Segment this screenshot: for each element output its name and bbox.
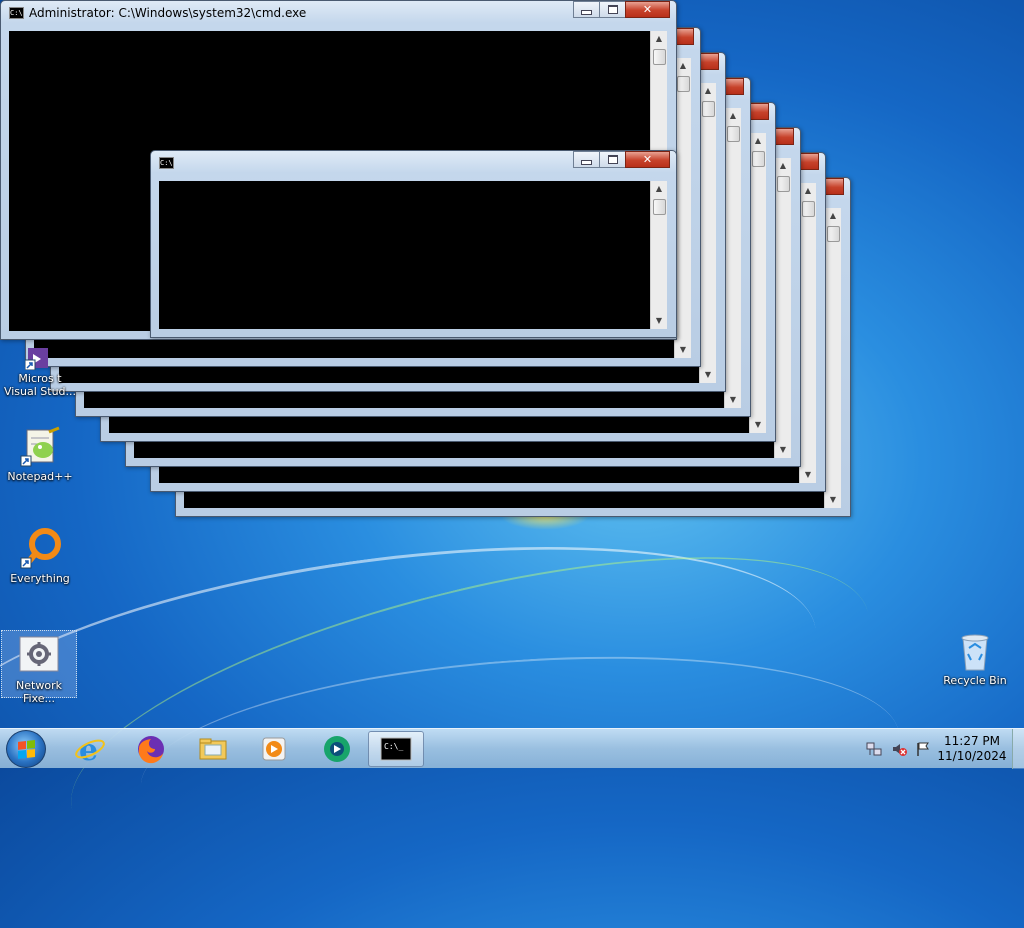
clock-time: 11:27 PM xyxy=(944,734,1000,748)
desktop-icon-label: Everything xyxy=(10,572,70,585)
window-title: Administrator: C:\Windows\system32\cmd.e… xyxy=(29,6,307,20)
cmd-window-icon: C:\ xyxy=(159,157,174,169)
close-button[interactable]: ✕ xyxy=(625,1,670,18)
scroll-down-icon[interactable]: ▼ xyxy=(775,442,791,458)
svg-text:C:\_: C:\_ xyxy=(384,742,403,751)
desktop-icon-recycle-bin[interactable]: Recycle Bin xyxy=(937,630,1013,687)
taskbar-firefox[interactable] xyxy=(123,731,179,767)
scroll-down-icon[interactable]: ▼ xyxy=(750,417,766,433)
vertical-scrollbar[interactable]: ▲▼ xyxy=(774,158,791,458)
scroll-up-icon[interactable]: ▲ xyxy=(700,83,716,99)
scroll-thumb[interactable] xyxy=(802,201,815,217)
scroll-thumb[interactable] xyxy=(653,49,666,65)
recycle-bin-icon xyxy=(954,630,996,672)
cmd-window-icon: C:\ xyxy=(9,7,24,19)
scroll-thumb[interactable] xyxy=(752,151,765,167)
minimize-icon xyxy=(581,10,592,15)
vertical-scrollbar[interactable]: ▲▼ xyxy=(824,208,841,508)
firefox-icon xyxy=(138,736,164,764)
desktop-icon-visual-studio[interactable]: Micros t Visual Stud... xyxy=(2,340,78,398)
scroll-down-icon[interactable]: ▼ xyxy=(800,467,816,483)
close-button[interactable]: ✕ xyxy=(625,151,670,168)
action-center-flag-icon[interactable] xyxy=(915,741,931,757)
taskbar-file-explorer[interactable] xyxy=(185,731,241,767)
volume-muted-icon[interactable] xyxy=(891,741,907,757)
scroll-down-icon[interactable]: ▼ xyxy=(725,392,741,408)
scroll-thumb[interactable] xyxy=(677,76,690,92)
system-clock[interactable]: 11:27 PM 11/10/2024 xyxy=(932,734,1012,764)
desktop-icon-label: Recycle Bin xyxy=(943,674,1007,687)
start-button[interactable] xyxy=(6,730,46,768)
scroll-thumb[interactable] xyxy=(777,176,790,192)
desktop-icon-network-fixer[interactable]: Network Fixe... xyxy=(1,630,77,705)
restore-icon xyxy=(607,5,618,14)
clock-date: 11/10/2024 xyxy=(937,749,1007,763)
scroll-down-icon[interactable]: ▼ xyxy=(675,342,691,358)
restore-icon xyxy=(607,155,618,164)
minimize-button[interactable] xyxy=(573,151,600,168)
maximize-button[interactable] xyxy=(599,151,626,168)
console-output[interactable] xyxy=(159,181,650,329)
desktop-icon-label: Notepad++ xyxy=(7,470,73,483)
scroll-down-icon[interactable]: ▼ xyxy=(700,367,716,383)
visual-studio-icon xyxy=(24,340,55,371)
network-icon[interactable] xyxy=(866,741,882,757)
taskbar-media-player[interactable] xyxy=(246,731,302,767)
desktop-icon-label-line2: Visual Stud... xyxy=(3,385,77,398)
scroll-down-icon[interactable]: ▼ xyxy=(825,492,841,508)
media-player-icon xyxy=(262,737,286,761)
internet-explorer-icon: e xyxy=(75,733,105,765)
scroll-up-icon[interactable]: ▲ xyxy=(725,108,741,124)
taskbar: e C:\_ 11:27 PM 11/10/2024 xyxy=(0,728,1024,769)
vertical-scrollbar[interactable]: ▲▼ xyxy=(699,83,716,383)
scroll-up-icon[interactable]: ▲ xyxy=(651,181,667,197)
desktop-icon-everything[interactable]: Everything xyxy=(2,528,78,585)
edge-like-icon xyxy=(324,736,350,762)
scroll-up-icon[interactable]: ▲ xyxy=(651,31,667,47)
minimize-icon xyxy=(581,160,592,165)
everything-search-icon xyxy=(19,528,61,570)
scroll-thumb[interactable] xyxy=(653,199,666,215)
scroll-down-icon[interactable]: ▼ xyxy=(651,313,667,329)
show-desktop-button[interactable] xyxy=(1012,729,1024,769)
scroll-up-icon[interactable]: ▲ xyxy=(750,133,766,149)
taskbar-cmd[interactable]: C:\_ xyxy=(368,731,424,767)
scroll-up-icon[interactable]: ▲ xyxy=(825,208,841,224)
close-icon: ✕ xyxy=(642,3,653,16)
vertical-scrollbar[interactable]: ▲▼ xyxy=(650,181,667,329)
close-icon: ✕ xyxy=(642,153,653,166)
scroll-thumb[interactable] xyxy=(827,226,840,242)
cmd-window[interactable]: C:\✕▲▼ xyxy=(150,150,677,338)
desktop-icon-label: Network Fixe... xyxy=(16,679,62,705)
caption-buttons: ✕ xyxy=(573,151,670,168)
scroll-up-icon[interactable]: ▲ xyxy=(775,158,791,174)
scroll-thumb[interactable] xyxy=(727,126,740,142)
minimize-button[interactable] xyxy=(573,1,600,18)
windows-logo-icon xyxy=(18,740,35,759)
desktop-icon-notepad-plus-plus[interactable]: Notepad++ xyxy=(2,426,78,483)
caption-buttons: ✕ xyxy=(573,1,670,18)
taskbar-internet-explorer[interactable]: e xyxy=(62,731,118,767)
scroll-up-icon[interactable]: ▲ xyxy=(675,58,691,74)
network-fixer-icon xyxy=(18,635,60,677)
cmd-icon: C:\_ xyxy=(380,737,412,761)
file-explorer-icon xyxy=(199,738,227,760)
vertical-scrollbar[interactable]: ▲▼ xyxy=(749,133,766,433)
scroll-up-icon[interactable]: ▲ xyxy=(800,183,816,199)
svg-text:e: e xyxy=(79,733,98,765)
notepad-plus-plus-icon xyxy=(19,426,61,468)
taskbar-media-app[interactable] xyxy=(309,731,365,767)
maximize-button[interactable] xyxy=(599,1,626,18)
scroll-thumb[interactable] xyxy=(702,101,715,117)
vertical-scrollbar[interactable]: ▲▼ xyxy=(799,183,816,483)
vertical-scrollbar[interactable]: ▲▼ xyxy=(724,108,741,408)
desktop-icon-label: Micros t xyxy=(18,372,62,385)
